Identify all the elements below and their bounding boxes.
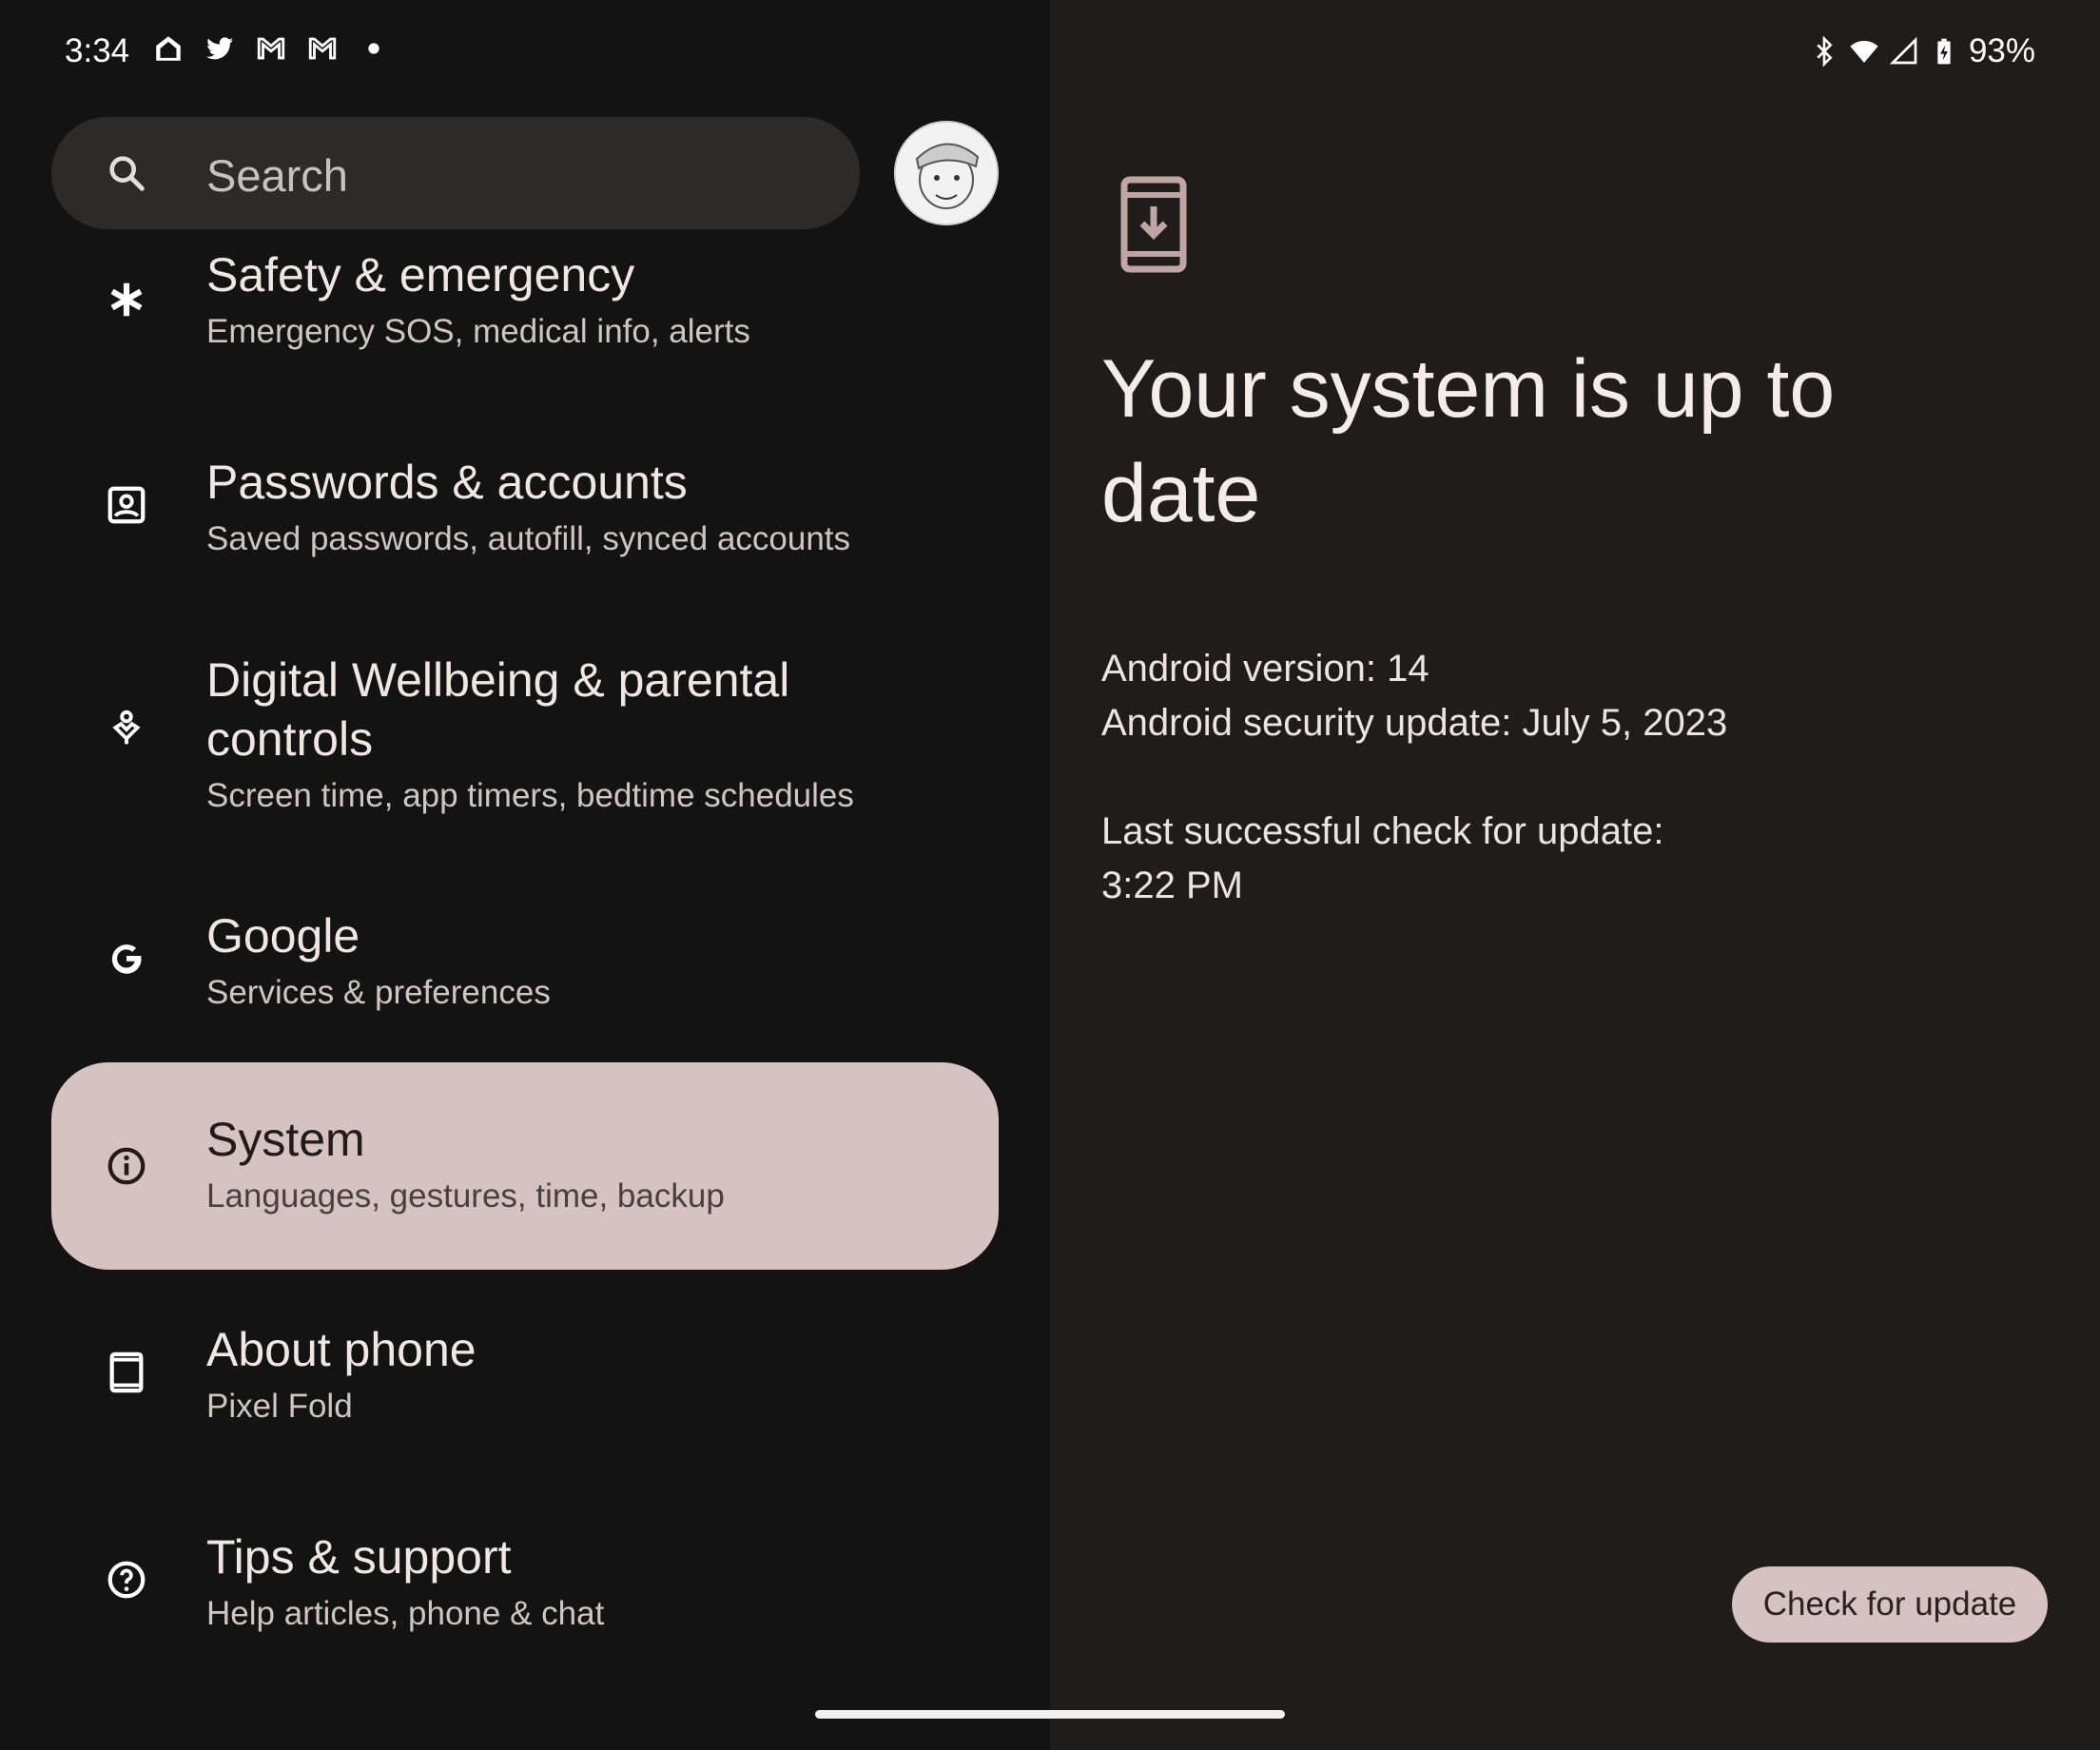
search-icon: [109, 156, 145, 191]
android-version: Android version: 14: [1101, 648, 1429, 690]
avatar-sketch-icon: [894, 121, 999, 225]
last-check-label: Last successful check for update:: [1101, 810, 1664, 852]
item-subtitle: Services & preferences: [206, 974, 551, 1011]
settings-item-digital-wellbeing[interactable]: Digital Wellbeing & parental controls Sc…: [51, 647, 999, 894]
gmail-icon: [306, 32, 339, 65]
item-title: About phone: [206, 1323, 476, 1376]
item-title: Google: [206, 909, 360, 962]
system-status-icons: 93%: [1809, 32, 2035, 70]
home-icon: [152, 32, 185, 65]
google-g-icon: [105, 935, 148, 979]
wifi-icon: [1850, 40, 1878, 63]
item-title: Passwords & accounts: [206, 456, 688, 509]
avatar[interactable]: [894, 121, 999, 225]
item-title: Safety & emergency: [206, 248, 635, 301]
item-subtitle: Help articles, phone & chat: [206, 1595, 605, 1632]
system-update-icon: [1120, 176, 1187, 273]
check-for-update-button[interactable]: Check for update: [1732, 1566, 2048, 1643]
settings-item-about-phone[interactable]: About phone Pixel Fold: [51, 1312, 999, 1503]
account-box-icon: [105, 483, 148, 527]
item-subtitle: Languages, gestures, time, backup: [206, 1177, 725, 1215]
settings-item-system[interactable]: System Languages, gestures, time, backup: [51, 1062, 999, 1270]
tablet-icon: [105, 1351, 148, 1394]
clock: 3:34: [65, 32, 130, 69]
wellbeing-icon: [105, 708, 148, 751]
item-subtitle: Pixel Fold: [206, 1388, 353, 1425]
signal-icon: [1889, 36, 1917, 65]
security-update: Android security update: July 5, 2023: [1101, 702, 1728, 744]
item-title: System: [206, 1113, 365, 1166]
battery-percentage: 93%: [1968, 32, 2035, 69]
item-title: Tips & support: [206, 1530, 512, 1584]
settings-item-safety-emergency[interactable]: Safety & emergency Emergency SOS, medica…: [51, 238, 999, 428]
settings-item-tips-support[interactable]: Tips & support Help articles, phone & ch…: [51, 1520, 999, 1710]
item-subtitle: Screen time, app timers, bedtime schedul…: [206, 777, 854, 814]
bluetooth-icon: [1817, 36, 1833, 67]
twitter-icon: [204, 32, 236, 65]
gesture-nav-handle[interactable]: [815, 1710, 1285, 1719]
settings-item-google[interactable]: Google Services & preferences: [51, 899, 999, 1089]
update-status-title: Your system is up to date: [1101, 337, 1976, 546]
item-title-line2: controls: [206, 712, 374, 766]
item-subtitle: Saved passwords, autofill, synced accoun…: [206, 520, 851, 557]
item-title-line1: Digital Wellbeing & parental: [206, 653, 790, 707]
status-bar: 3:34 93%: [0, 0, 2100, 105]
item-subtitle: Emergency SOS, medical info, alerts: [206, 313, 750, 350]
update-status-title-line1: Your system is up to: [1101, 343, 1836, 435]
settings-item-passwords-accounts[interactable]: Passwords & accounts Saved passwords, au…: [51, 445, 999, 635]
asterisk-icon: [105, 278, 148, 321]
notification-icons: [152, 32, 390, 65]
dot-icon: [358, 32, 390, 65]
last-check-time: 3:22 PM: [1101, 865, 1243, 906]
search-bar[interactable]: Search: [51, 117, 860, 229]
gmail-icon: [255, 32, 287, 65]
help-icon: [105, 1558, 148, 1602]
info-icon: [105, 1144, 148, 1188]
update-status-title-line2: date: [1101, 448, 1261, 539]
battery-charging-icon: [1937, 38, 1951, 65]
search-placeholder: Search: [206, 150, 348, 201]
